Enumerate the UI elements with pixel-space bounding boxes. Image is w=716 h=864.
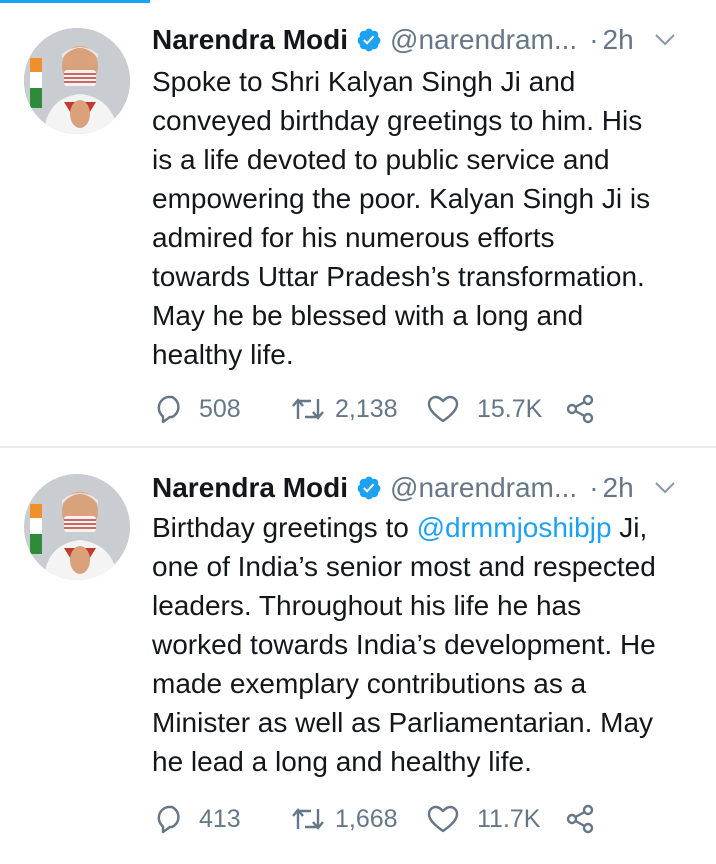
retweet-count: 1,668 — [335, 804, 398, 833]
retweet-button[interactable]: 1,668 — [291, 805, 409, 834]
like-count: 11.7K — [477, 804, 541, 833]
timestamp[interactable]: 2h — [603, 24, 634, 56]
separator-dot: · — [589, 472, 599, 503]
share-button[interactable] — [565, 394, 595, 424]
like-icon — [427, 805, 459, 833]
share-button[interactable] — [565, 804, 595, 834]
tweet-text-line: towards Uttar Pradesh’s transformation. — [152, 261, 645, 292]
timestamp[interactable]: 2h — [603, 472, 634, 504]
tweet-text: Birthday greetings to @drmmjoshibjp Ji, … — [152, 508, 700, 781]
share-icon — [566, 804, 594, 834]
reply-icon — [157, 395, 180, 424]
like-button[interactable]: 15.7K — [427, 395, 547, 424]
retweet-icon — [292, 808, 324, 830]
retweet-button[interactable]: 2,138 — [291, 395, 409, 424]
retweet-count: 2,138 — [335, 394, 398, 423]
like-icon — [427, 395, 459, 423]
separator-dot: · — [589, 24, 599, 55]
tweet[interactable]: Narendra Modi @narendram... · 2h Birthda… — [0, 448, 716, 864]
verified-badge-icon — [357, 28, 381, 52]
tweet-text-line: Minister as well as Parliamentarian. May — [152, 707, 654, 738]
tweet-text-fragment: Ji, — [611, 512, 648, 543]
tweet-text-line: May he be blessed with a long and — [152, 300, 584, 331]
tweet-text-line: healthy life. — [152, 339, 294, 370]
author-name[interactable]: Narendra Modi — [152, 24, 348, 56]
reply-count: 508 — [199, 394, 241, 423]
like-button[interactable]: 11.7K — [427, 805, 547, 834]
tweet-actions: 413 1,668 11.7K — [155, 802, 595, 836]
chevron-down-icon[interactable] — [654, 481, 676, 495]
tweet-text-line: made exemplary contributions as a — [152, 668, 587, 699]
tweet-text-line: empowering the poor. Kalyan Singh Ji is — [152, 183, 651, 214]
tweet-text-line: worked towards India’s development. He — [152, 629, 656, 660]
mention-link[interactable]: @drmmjoshibjp — [417, 512, 612, 543]
share-icon — [566, 394, 594, 424]
tweet-text-line: leaders. Throughout his life he has — [152, 590, 582, 621]
author-handle[interactable]: @narendram... — [390, 24, 577, 56]
tweet-text-line: he lead a long and healthy life. — [152, 746, 532, 777]
tweet-text-line: one of India’s senior most and respected — [152, 551, 656, 582]
verified-badge-icon — [357, 476, 381, 500]
tweet-text-line: conveyed birthday greetings to him. His — [152, 105, 643, 136]
author-name[interactable]: Narendra Modi — [152, 472, 348, 504]
tweet[interactable]: Narendra Modi @narendram... · 2h Spoke t… — [0, 0, 716, 448]
chevron-down-icon[interactable] — [654, 33, 676, 47]
avatar[interactable] — [24, 474, 130, 580]
tweet-text-fragment: Birthday greetings to — [152, 512, 417, 543]
tweet-header: Narendra Modi @narendram... · 2h — [152, 20, 696, 60]
tweet-text-line: Birthday greetings to @drmmjoshibjp Ji, — [152, 508, 700, 547]
avatar[interactable] — [24, 28, 130, 134]
tweet-text-line: admired for his numerous efforts — [152, 222, 555, 253]
reply-icon — [157, 805, 180, 834]
like-count: 15.7K — [477, 394, 543, 423]
retweet-icon — [292, 398, 324, 420]
tweet-actions: 508 2,138 15.7K — [155, 392, 595, 426]
reply-count: 413 — [199, 804, 241, 833]
reply-button[interactable]: 508 — [155, 394, 261, 424]
reply-button[interactable]: 413 — [155, 804, 261, 834]
author-handle[interactable]: @narendram... — [390, 472, 577, 504]
tweet-header: Narendra Modi @narendram... · 2h — [152, 468, 696, 508]
tweet-text-line: is a life devoted to public service and — [152, 144, 610, 175]
tweet-text-line: Spoke to Shri Kalyan Singh Ji and — [152, 66, 576, 97]
tweet-text: Spoke to Shri Kalyan Singh Ji and convey… — [152, 62, 700, 374]
